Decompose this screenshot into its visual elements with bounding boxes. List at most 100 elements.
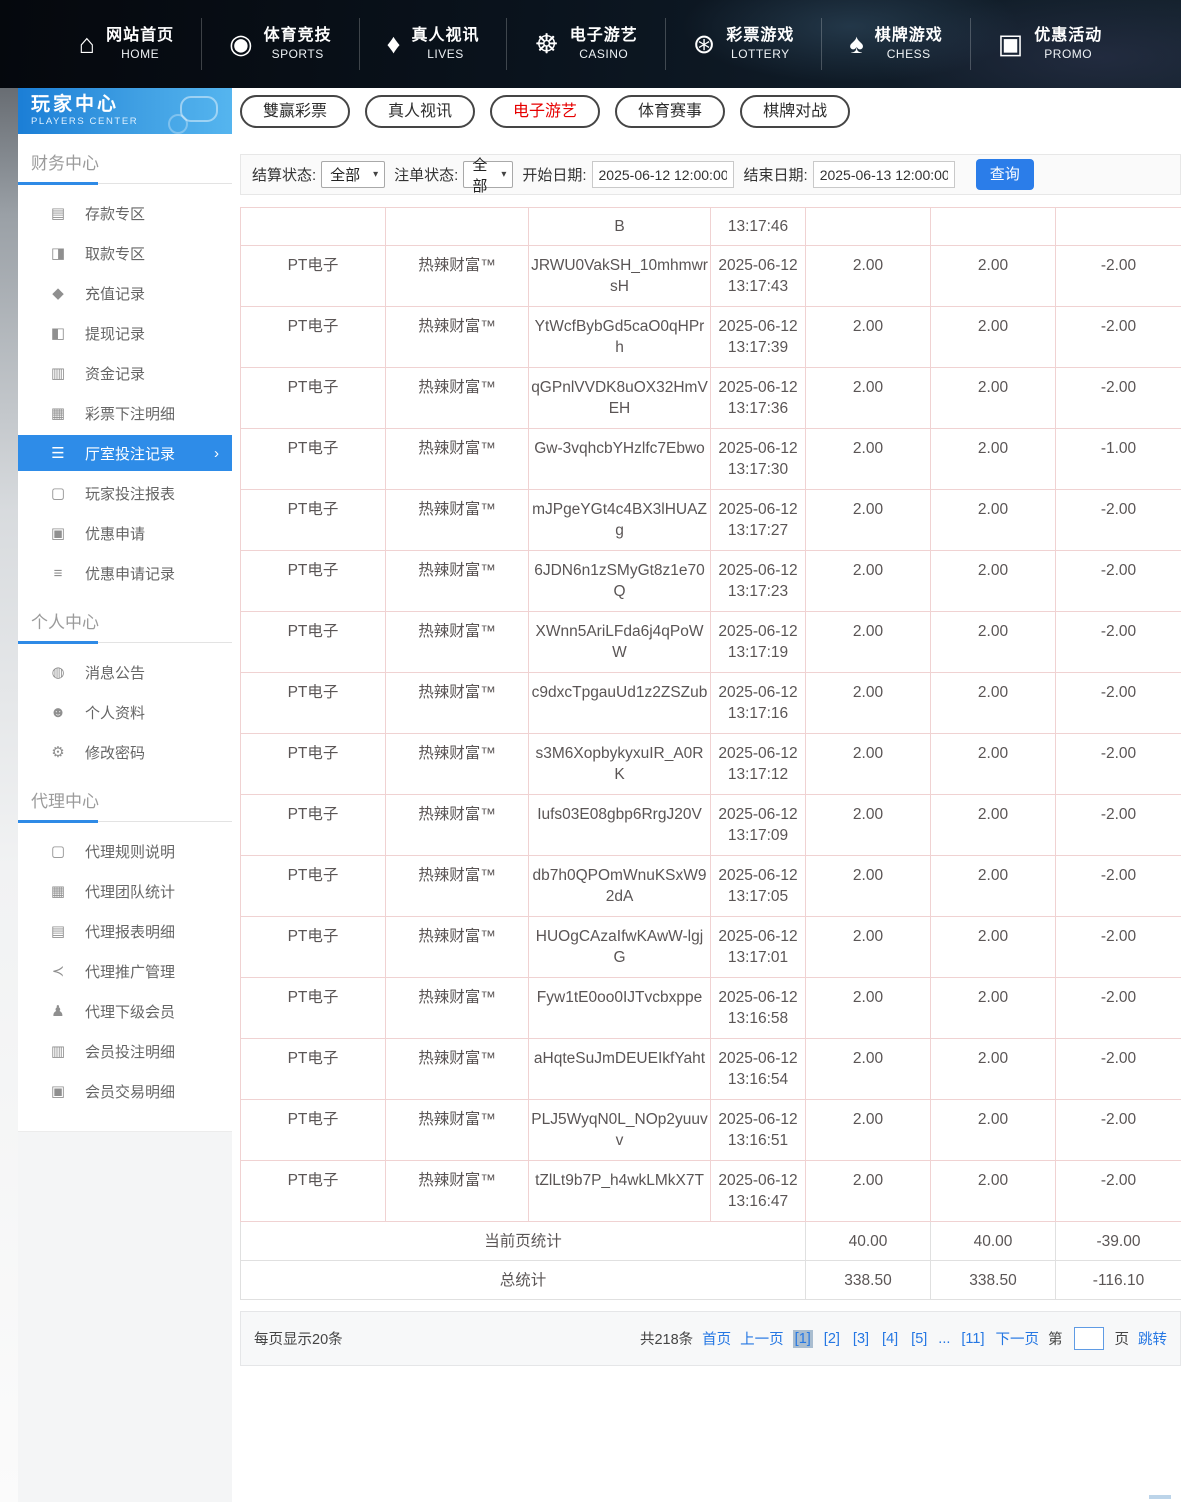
sidebar-item-agent-rules[interactable]: ▢ 代理规则说明 [18, 831, 232, 871]
settle-status-select[interactable]: 全部 ▾ [321, 161, 386, 188]
sidebar-item-promo-apply-records[interactable]: ≡ 优惠申请记录 [18, 553, 232, 593]
sidebar-item-funds-records[interactable]: ▥ 资金记录 [18, 353, 232, 393]
cell-bet-id: mJPgeYGt4c4BX3lHUAZg [528, 489, 711, 551]
tab-chess-battle[interactable]: 棋牌对战 [740, 95, 851, 128]
cell-valid: 2.00 [930, 794, 1056, 856]
sidebar-item-label: 资金记录 [85, 365, 146, 383]
change-password-icon: ⚙ [51, 743, 65, 761]
table-row: PT电子 热辣财富™ s3M6XopbykyxuIR_A0RK 2025-06-… [240, 733, 1181, 795]
page-link-5[interactable]: [5] [909, 1330, 929, 1348]
nav-item-promo[interactable]: ▣ 优惠活动 PROMO [969, 18, 1130, 70]
tab-electronic-games[interactable]: 电子游艺 [490, 95, 601, 128]
horizontal-scrollbar-thumb[interactable] [1149, 1495, 1171, 1499]
sidebar-item-withdrawal-records[interactable]: ◧ 提现记录 [18, 313, 232, 353]
nav-item-lottery[interactable]: ⊛ 彩票游戏 LOTTERY [664, 18, 822, 70]
start-date-input[interactable] [591, 161, 734, 188]
pagination-controls: 共218条 首页 上一页 [1] [2] [3] [4] [5] ... [11] 下一… [640, 1327, 1167, 1350]
table-row: PT电子 热辣财富™ Iufs03E08gbp6RrgJ20V 2025-06-… [240, 794, 1181, 856]
sidebar-item-member-bet-details[interactable]: ▥ 会员投注明细 [18, 1031, 232, 1071]
cell-valid: 2.00 [930, 855, 1056, 917]
agent-promotion-icon: ≺ [51, 962, 65, 980]
sidebar-item-recharge-records[interactable]: ◆ 充值记录 [18, 273, 232, 313]
cell-time: 2025-06-12 13:17:36 [710, 367, 806, 429]
sidebar-item-promo-apply[interactable]: ▣ 优惠申请 [18, 513, 232, 553]
sidebar-item-agent-team-stats[interactable]: ▦ 代理团队统计 [18, 871, 232, 911]
prev-page-link[interactable]: 上一页 [740, 1328, 784, 1349]
hall-bet-records-icon: ☰ [51, 444, 65, 462]
casino-icon: ☸ [534, 28, 559, 59]
page-link-2[interactable]: [2] [822, 1330, 842, 1348]
cell-amount: 2.00 [805, 428, 931, 490]
nav-label-en: HOME [121, 47, 160, 61]
tab-sports-events[interactable]: 体育赛事 [615, 95, 726, 128]
first-page-link[interactable]: 首页 [702, 1328, 731, 1349]
cell-bet-id: HUOgCAzaIfwKAwW-lgjG [528, 916, 711, 978]
pages-ellipsis: ... [938, 1330, 951, 1347]
cell-hall: PT电子 [240, 611, 386, 673]
page-link-11[interactable]: [11] [959, 1330, 986, 1348]
jump-button[interactable]: 跳转 [1138, 1328, 1167, 1349]
end-date-input[interactable] [812, 161, 955, 188]
search-button[interactable]: 查询 [975, 159, 1034, 190]
nav-item-chess[interactable]: ♠ 棋牌游戏 CHESS [821, 18, 969, 70]
cell-hall [240, 207, 386, 246]
nav-item-home[interactable]: ⌂ 网站首页 HOME [52, 18, 201, 70]
promo-apply-records-icon: ≡ [53, 564, 63, 582]
jump-suffix: 页 [1114, 1332, 1130, 1348]
agent-rules-icon: ▢ [50, 842, 66, 860]
sidebar-item-withdraw[interactable]: ◨ 取款专区 [18, 233, 232, 273]
nav-item-lives[interactable]: ♦ 真人视讯 LIVES [358, 18, 507, 70]
withdraw-icon: ◨ [50, 244, 66, 262]
cell-game: 热辣财富™ [385, 245, 529, 307]
cell-game: 热辣财富™ [385, 306, 529, 368]
nav-item-sports[interactable]: ◉ 体育竞技 SPORTS [201, 18, 359, 70]
sidebar-item-profile[interactable]: ☻ 个人资料 [18, 692, 232, 732]
table-row: PT电子 热辣财富™ YtWcfBybGd5caO0qHPrh 2025-06-… [240, 306, 1181, 368]
sidebar-item-agent-promotion[interactable]: ≺ 代理推广管理 [18, 951, 232, 991]
page-link-3[interactable]: [3] [851, 1330, 871, 1348]
cell-profit: -2.00 [1055, 1038, 1181, 1100]
cell-bet-id: qGPnlVVDK8uOX32HmVEH [528, 367, 711, 429]
sidebar-item-label: 代理推广管理 [85, 963, 176, 981]
sidebar-item-lottery-bet-details[interactable]: ▦ 彩票下注明细 [18, 393, 232, 433]
section-divider [18, 182, 232, 185]
sidebar-item-member-transaction-details[interactable]: ▣ 会员交易明细 [18, 1071, 232, 1111]
sidebar-item-change-password[interactable]: ⚙ 修改密码 [18, 732, 232, 772]
sidebar-item-deposit[interactable]: ▤ 存款专区 [18, 193, 232, 233]
cell-bet-id: Fyw1tE0oo0IJTvcbxppe [528, 977, 711, 1039]
sidebar-header: 玩家中心 PLAYERS CENTER [18, 88, 232, 134]
cell-profit: -2.00 [1055, 1099, 1181, 1161]
cell-amount: 2.00 [805, 1099, 931, 1161]
nav-label-en: PROMO [1044, 47, 1093, 61]
player-bet-report-icon: ▢ [50, 484, 66, 502]
cell-bet-id: db7h0QPOmWnuKSxW92dA [528, 855, 711, 917]
sidebar-item-messages[interactable]: ◍ 消息公告 [18, 652, 232, 692]
tab-live-video[interactable]: 真人视讯 [365, 95, 476, 128]
sidebar-item-label: 代理下级会员 [85, 1003, 176, 1021]
cell-game: 热辣财富™ [385, 550, 529, 612]
sidebar-item-agent-report-details[interactable]: ▤ 代理报表明细 [18, 911, 232, 951]
page-links: [1] [2] [3] [4] [5] [792, 1329, 930, 1348]
next-page-link[interactable]: 下一页 [996, 1328, 1040, 1349]
cell-profit: -2.00 [1055, 916, 1181, 978]
page-link-1[interactable]: [1] [792, 1329, 813, 1348]
sidebar-item-label: 会员投注明细 [85, 1043, 176, 1061]
cell-valid: 2.00 [930, 611, 1056, 673]
jump-page-input[interactable] [1073, 1327, 1104, 1350]
cell-profit: -2.00 [1055, 977, 1181, 1039]
order-status-select[interactable]: 全部 ▾ [463, 157, 514, 195]
nav-item-casino[interactable]: ☸ 电子游艺 CASINO [506, 18, 664, 70]
cell-profit: -2.00 [1055, 367, 1181, 429]
cell-time: 2025-06-12 13:17:01 [710, 916, 806, 978]
cell-amount: 2.00 [805, 1160, 931, 1222]
page-link-4[interactable]: [4] [880, 1330, 900, 1348]
table-row: PT电子 热辣财富™ c9dxcTpgauUd1z2ZSZub 2025-06-… [240, 672, 1181, 734]
cell-bet-id: 6JDN6n1zSMyGt8z1e70Q [528, 550, 711, 612]
cell-time: 2025-06-12 13:17:27 [710, 489, 806, 551]
tab-shuangying-lottery[interactable]: 雙赢彩票 [240, 95, 351, 128]
cell-hall: PT电子 [240, 733, 386, 795]
sidebar-item-hall-bet-records[interactable]: ☰ 厅室投注记录 › [18, 435, 232, 471]
sidebar-item-player-bet-report[interactable]: ▢ 玩家投注报表 [18, 473, 232, 513]
table-row: PT电子 热辣财富™ PLJ5WyqN0L_NOp2yuuvv 2025-06-… [240, 1099, 1181, 1161]
sidebar-item-agent-members[interactable]: ♟ 代理下级会员 [18, 991, 232, 1031]
